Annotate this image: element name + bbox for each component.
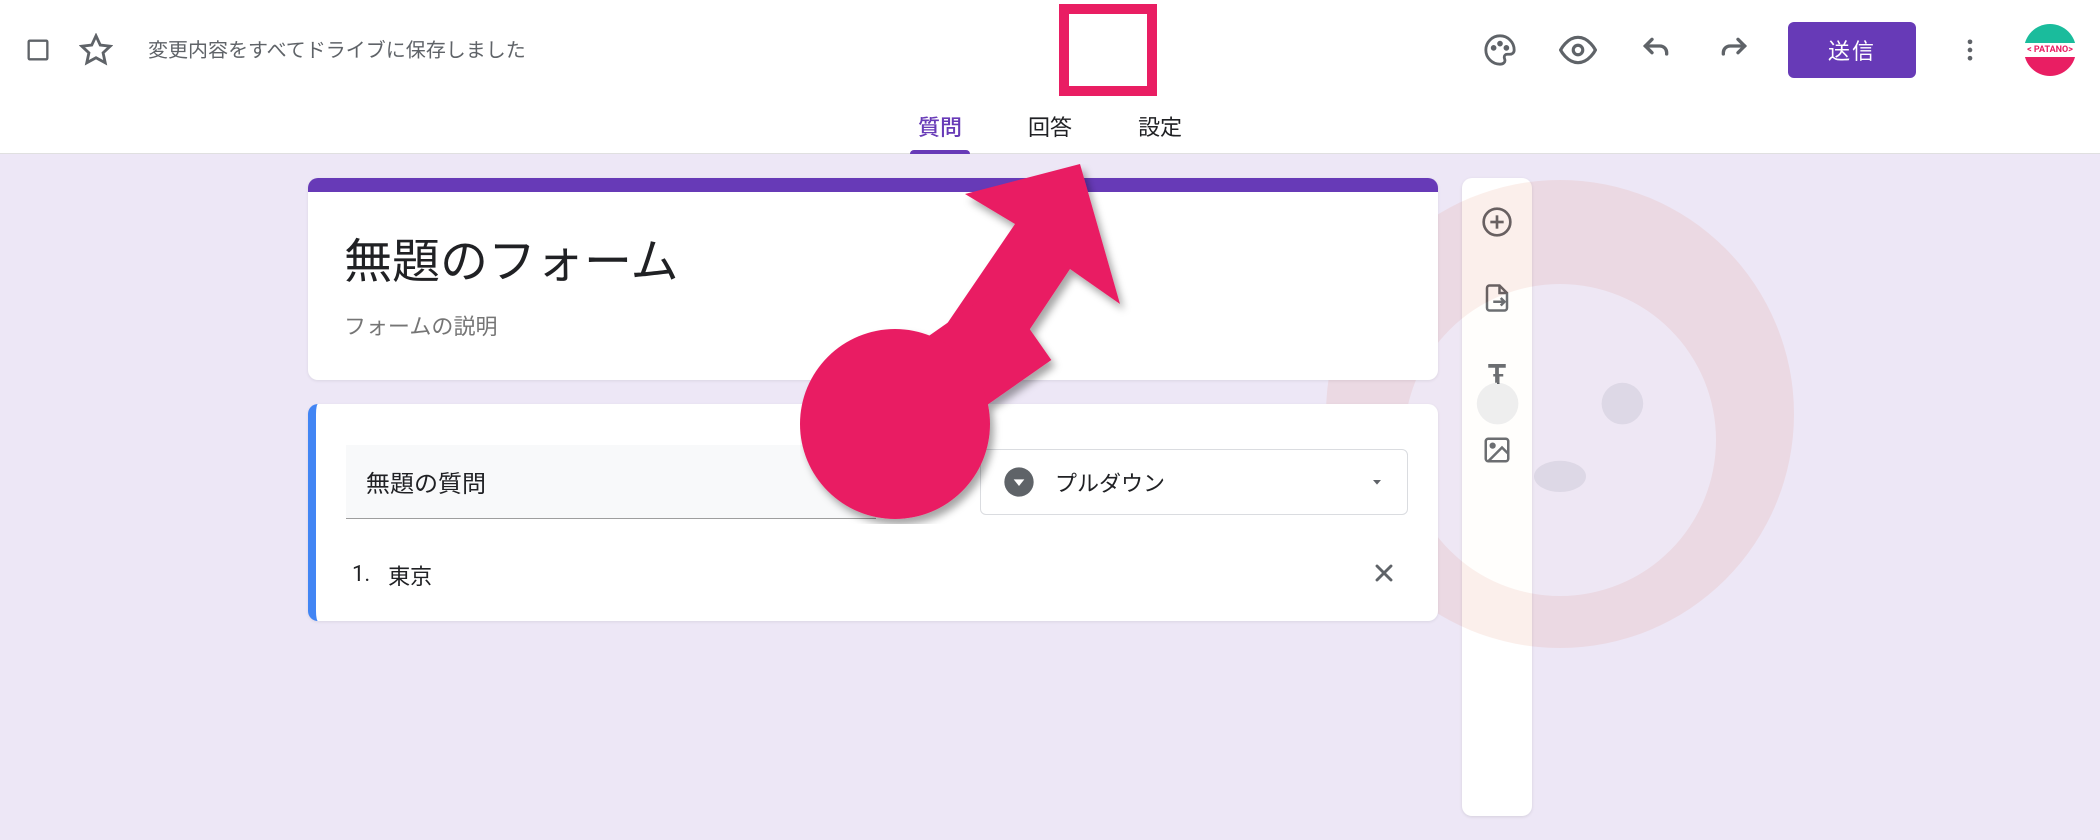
add-question-button[interactable] [1473, 198, 1521, 246]
form-description-input[interactable] [344, 315, 1402, 340]
question-card[interactable]: ⠿⠿ プルダウン 1. [308, 404, 1438, 621]
eye-icon [1559, 31, 1597, 69]
header-bar: 変更内容をすべてドライブに保存しました 送信 < PATANO> [0, 0, 2100, 100]
folder-icon [24, 36, 52, 64]
question-type-label: プルダウン [1055, 466, 1349, 498]
more-options-button[interactable] [1946, 26, 1994, 74]
tabs-bar: 質問 回答 設定 [0, 100, 2100, 154]
drag-handle[interactable]: ⠿⠿ [346, 428, 1408, 435]
header-left: 変更内容をすべてドライブに保存しました [24, 26, 526, 74]
tab-questions[interactable]: 質問 [910, 100, 970, 153]
close-icon [1370, 559, 1398, 587]
import-file-icon [1482, 283, 1512, 313]
option-text-input[interactable] [388, 562, 1342, 587]
preview-button[interactable] [1554, 26, 1602, 74]
side-toolbar [1462, 178, 1532, 816]
add-question-image-button[interactable] [904, 458, 952, 506]
dropdown-circle-icon [1003, 466, 1035, 498]
add-circle-icon [1481, 206, 1513, 238]
undo-icon [1640, 34, 1672, 66]
redo-button[interactable] [1710, 26, 1758, 74]
form-title-card[interactable] [308, 178, 1438, 380]
question-type-selector[interactable]: プルダウン [980, 449, 1408, 515]
add-title-button[interactable] [1473, 350, 1521, 398]
tab-settings[interactable]: 設定 [1130, 100, 1190, 153]
star-button[interactable] [72, 26, 120, 74]
question-header-row: プルダウン [346, 445, 1408, 519]
tab-responses[interactable]: 回答 [1020, 100, 1080, 153]
save-status-text: 変更内容をすべてドライブに保存しました [148, 36, 526, 64]
customize-theme-button[interactable] [1476, 26, 1524, 74]
option-remove-button[interactable] [1360, 559, 1408, 591]
question-title-input[interactable] [366, 467, 856, 495]
form-canvas: ⠿⠿ プルダウン 1. [0, 154, 2100, 840]
undo-button[interactable] [1632, 26, 1680, 74]
add-image-button[interactable] [1473, 426, 1521, 474]
image-icon [912, 466, 944, 498]
avatar[interactable]: < PATANO> [2024, 24, 2076, 76]
add-image-icon [1482, 435, 1512, 465]
form-title-input[interactable] [344, 228, 1402, 285]
text-title-icon [1482, 359, 1512, 389]
palette-icon [1483, 33, 1517, 67]
more-vert-icon [1956, 36, 1984, 64]
arrow-down-icon [1369, 474, 1385, 490]
header-right: 送信 < PATANO> [1476, 22, 2076, 78]
redo-icon [1718, 34, 1750, 66]
star-icon [79, 33, 113, 67]
option-row: 1. [346, 559, 1408, 591]
annotation-highlight-box [1059, 4, 1157, 96]
move-to-folder-button[interactable] [24, 26, 52, 74]
send-button[interactable]: 送信 [1788, 22, 1916, 78]
import-questions-button[interactable] [1473, 274, 1521, 322]
question-title-wrap [346, 445, 876, 519]
option-index: 1. [352, 562, 370, 587]
avatar-label: < PATANO> [2027, 45, 2073, 55]
form-column: ⠿⠿ プルダウン 1. [308, 178, 1438, 816]
